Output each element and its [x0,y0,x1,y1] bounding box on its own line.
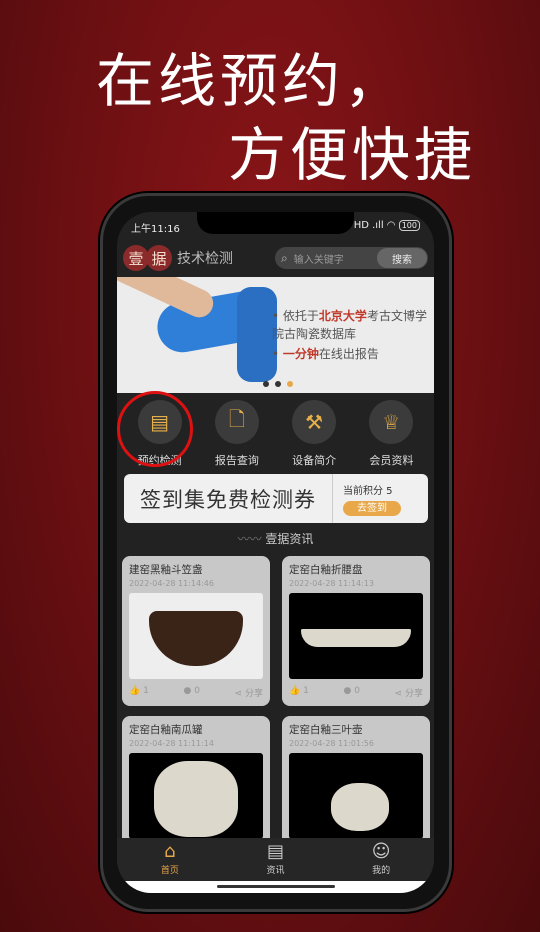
document-search-icon: 🗋 [214,400,259,444]
search-button[interactable]: 搜索 [377,248,427,268]
quick-report-query[interactable]: 🗋 报告查询 [202,400,272,468]
user-icon: ☺ [371,841,391,862]
signal-icon: HD .ıll [353,220,384,231]
signin-button[interactable]: 去签到 [343,501,401,516]
bowl-image [129,593,263,679]
app-screen: 上午11:16 HD .ıll ◠ 100 壹 据 技术检测 ⌕ 输入关键字 搜… [117,212,434,893]
news-icon: ▤ [266,841,284,862]
tab-news[interactable]: ▤ 资讯 [245,841,305,881]
share-icon: ⋖ 分享 [234,689,263,699]
wifi-icon: ◠ [386,220,396,231]
bottom-tab-bar: ⌂ 首页 ▤ 资讯 ☺ 我的 [117,838,434,881]
logo: 壹 据 技术检测 [123,245,233,271]
points-text: 当前积分 5 [343,486,393,497]
news-card[interactable]: 建窑黑釉斗笠盏 2022-04-28 11:14:46 👍 1 ● 0 ⋖ 分享 [122,556,270,706]
search-input[interactable]: 输入关键字 [294,251,344,266]
news-card[interactable]: 定窑白釉折腰盘 2022-04-28 11:14:13 👍 1 ● 0 ⋖ 分享 [282,556,430,706]
highlight-circle [117,391,193,467]
search-icon: ⌕ [281,250,288,265]
status-time: 上午11:16 [131,224,180,235]
home-icon: ⌂ [164,841,176,862]
promo-line-2: 方便快捷 [228,121,477,189]
share-icon: ⋖ 分享 [394,689,423,699]
banner-bullet-1: • 依托于北京大学考古文博学院古陶瓷数据库 [272,309,427,341]
tab-home[interactable]: ⌂ 首页 [140,841,200,881]
jar-image [129,753,263,839]
carousel-dots[interactable] [263,381,293,387]
teapot-image [289,753,423,839]
app-header: 壹 据 技术检测 ⌕ 输入关键字 搜索 [117,242,434,274]
comment-icon: ● 0 [183,686,200,696]
plate-image [289,593,423,679]
tab-mine[interactable]: ☺ 我的 [351,841,411,881]
banner-bullet-2: • 一分钟在线出报告 [272,347,379,361]
like-icon: 👍 1 [129,686,149,696]
logo-text: 技术检测 [177,251,233,267]
quick-device-intro[interactable]: ⚒ 设备简介 [279,400,349,468]
signin-title: 签到集免费检测券 [140,487,316,512]
like-icon: 👍 1 [289,686,309,696]
promo-line-1: 在线预约， [96,47,407,115]
section-title: 〰〰 壹据资讯 [237,532,314,546]
search-bar[interactable]: ⌕ 输入关键字 搜索 [275,247,428,269]
home-indicator [117,881,434,893]
status-bar: 上午11:16 HD .ıll ◠ 100 [131,220,420,235]
signin-banner[interactable]: 签到集免费检测券 当前积分 5 去签到 [124,474,428,523]
battery-icon: 100 [398,220,420,231]
hammer-device-icon: ⚒ [292,400,337,444]
comment-icon: ● 0 [343,686,360,696]
crown-icon: ♕ [369,400,414,444]
quick-member-info[interactable]: ♕ 会员资料 [356,400,426,468]
banner-carousel[interactable]: • 依托于北京大学考古文博学院古陶瓷数据库 • 一分钟在线出报告 [117,277,434,393]
